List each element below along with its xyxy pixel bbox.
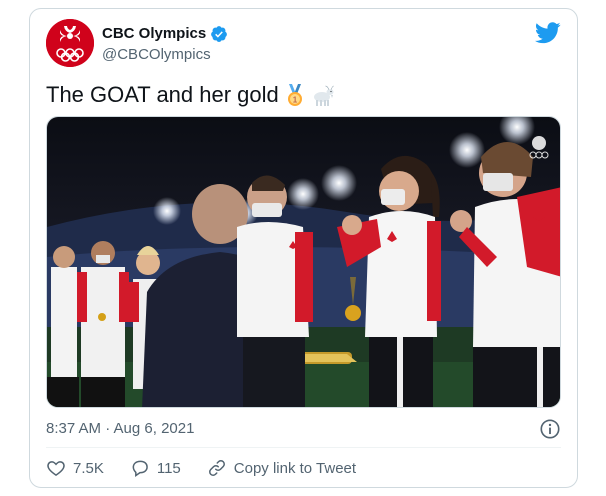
author-name[interactable]: CBC Olympics <box>102 24 206 44</box>
tweet-card[interactable]: CBC Olympics @CBCOlympics The GOAT and h… <box>29 8 578 488</box>
reply-button[interactable]: 115 <box>130 458 181 478</box>
link-icon <box>208 460 225 476</box>
divider <box>46 447 561 448</box>
twitter-bird-icon[interactable] <box>535 22 561 44</box>
tweet-text-row: The GOAT and her gold 1 <box>46 81 335 109</box>
tweet-text: The GOAT and her gold <box>46 82 279 107</box>
copy-link-button[interactable]: Copy link to Tweet <box>207 458 356 478</box>
heart-icon <box>47 461 65 476</box>
author-handle[interactable]: @CBCOlympics <box>102 45 228 65</box>
medal-ceremony-photo <box>47 117 560 407</box>
cbc-logo-icon <box>46 19 94 67</box>
goat-icon <box>313 85 334 106</box>
info-icon[interactable] <box>539 418 561 440</box>
reply-count: 115 <box>156 459 181 477</box>
author-avatar[interactable] <box>46 19 94 67</box>
verified-badge-icon <box>211 26 228 42</box>
like-count: 7.5K <box>73 459 104 477</box>
gold-medal-icon: 1 <box>287 84 302 106</box>
author-block[interactable]: CBC Olympics @CBCOlympics <box>102 24 228 65</box>
copy-link-label: Copy link to Tweet <box>233 459 357 477</box>
reply-bubble-icon <box>132 460 148 477</box>
tweet-timestamp[interactable]: 8:37 AM · Aug 6, 2021 <box>46 419 194 439</box>
like-button[interactable]: 7.5K <box>46 458 104 478</box>
tweet-media-video[interactable] <box>46 116 561 408</box>
svg-text:1: 1 <box>293 96 298 105</box>
tweet-actions: 7.5K 115 Copy link to Tweet <box>46 458 356 478</box>
author-name-row[interactable]: CBC Olympics <box>102 24 228 44</box>
